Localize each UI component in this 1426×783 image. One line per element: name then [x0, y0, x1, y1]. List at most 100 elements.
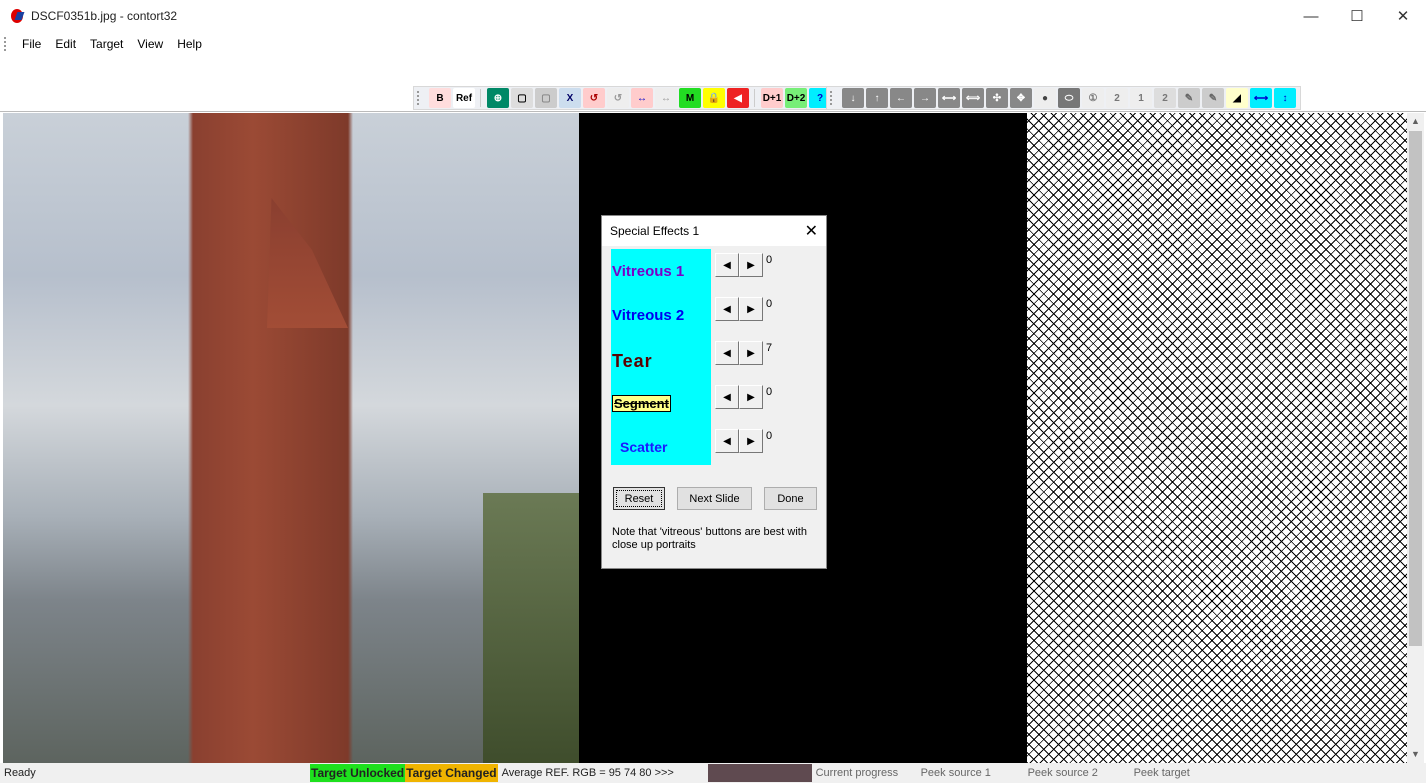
contract-h-icon[interactable]: ⟺ [962, 88, 984, 108]
status-bar: Ready Target Unlocked Target Changed Ave… [0, 763, 1426, 783]
lock-icon[interactable]: 🔒 [703, 88, 725, 108]
color-swatch [707, 764, 812, 782]
increase-vitreous-2-button[interactable]: ▶ [739, 297, 763, 321]
effect-stepper-tear: ◀ ▶ [715, 341, 763, 365]
swap-1-icon[interactable]: ↔ [631, 88, 653, 108]
close-button[interactable]: ✕ [1380, 0, 1426, 32]
dialog-title-bar: Special Effects 1 [602, 216, 826, 246]
source-image-pane[interactable] [3, 113, 579, 763]
toolbar-transform: ↓ ↑ ← → ⟷ ⟺ ✣ ✥ ● ⬭ ① 2 1 2 ✎ ✎ ◢ ⟷ ↕ [826, 86, 1301, 110]
menu-grip[interactable] [4, 37, 7, 51]
effect-stepper-segment: ◀ ▶ [715, 385, 763, 409]
trees [483, 493, 579, 763]
effect-value-tear: 7 [766, 342, 773, 354]
effect-stepper-scatter: ◀ ▶ [715, 429, 763, 453]
arrow-up-icon[interactable]: ↑ [866, 88, 888, 108]
arrow-left-icon[interactable]: ← [890, 88, 912, 108]
menu-view[interactable]: View [130, 37, 170, 51]
grow-icon[interactable]: ✥ [1010, 88, 1032, 108]
effect-label-vitreous-1: Vitreous 1 [612, 263, 685, 280]
effect-label-segment: Segment [612, 395, 671, 412]
toolbar-area: B Ref ⊕ ▢ ▢ X ↺ ↺ ↔ ↔ M 🔒 ◀ D+1 D+2? ↓ ↑ ← → ⟷ ⟺ ✣ ✥ ● ⬭ ① 2 1 2 ✎ ✎ ◢… [0, 56, 1426, 112]
zoom-icon[interactable]: ⊕ [487, 88, 509, 108]
circle-1-icon[interactable]: ① [1082, 88, 1104, 108]
effect-label-tear: Tear [612, 351, 653, 371]
decrease-vitreous-1-button[interactable]: ◀ [715, 253, 739, 277]
increase-segment-button[interactable]: ▶ [739, 385, 763, 409]
shrink-icon[interactable]: ✣ [986, 88, 1008, 108]
peek-target[interactable]: Peek target [1130, 764, 1230, 782]
rotate-1-icon[interactable]: ↺ [583, 88, 605, 108]
brush-2-icon[interactable]: ✎ [1202, 88, 1224, 108]
dot-icon[interactable]: ● [1034, 88, 1056, 108]
increase-vitreous-1-button[interactable]: ▶ [739, 253, 763, 277]
d-plus-1-icon[interactable]: D+1 [761, 88, 783, 108]
done-button[interactable]: Done [764, 487, 817, 510]
menu-target[interactable]: Target [83, 37, 130, 51]
peek-source-2[interactable]: Peek source 2 [1024, 764, 1130, 782]
toolbar-separator [480, 89, 486, 107]
special-effects-dialog: Special Effects 1 ✕ Vitreous 1 ◀ ▶ 0 Vitr… [601, 215, 827, 569]
peek-source-1[interactable]: Peek source 1 [917, 764, 1024, 782]
d-plus-2-icon[interactable]: D+2 [785, 88, 807, 108]
effect-value-vitreous-1: 0 [766, 254, 773, 266]
effect-label-scatter: Scatter [620, 439, 668, 455]
tower-spire [267, 198, 348, 328]
decrease-scatter-button[interactable]: ◀ [715, 429, 739, 453]
decrease-segment-button[interactable]: ◀ [715, 385, 739, 409]
app-icon [9, 8, 25, 24]
effect-value-scatter: 0 [766, 430, 773, 442]
window-2-icon[interactable]: ▢ [535, 88, 557, 108]
window-1-icon[interactable]: ▢ [511, 88, 533, 108]
dialog-title: Special Effects 1 [610, 224, 700, 238]
circle-2-icon[interactable]: 2 [1106, 88, 1128, 108]
square-1-icon[interactable]: 1 [1130, 88, 1152, 108]
expand-h-icon[interactable]: ⟷ [938, 88, 960, 108]
stretch-v-icon[interactable]: ↕ [1274, 88, 1296, 108]
title-bar: DSCF0351b.jpg - contort32 — ☐ ✕ [0, 0, 1426, 32]
m-icon[interactable]: M [679, 88, 701, 108]
increase-tear-button[interactable]: ▶ [739, 341, 763, 365]
dialog-close-icon[interactable]: ✕ [805, 221, 818, 241]
next-slide-button[interactable]: Next Slide [677, 487, 752, 510]
menu-bar: File Edit Target View Help [0, 32, 1426, 56]
minimize-button[interactable]: — [1288, 0, 1334, 32]
scroll-up-icon[interactable]: ▲ [1407, 113, 1424, 130]
target-unlocked-badge: Target Unlocked [310, 764, 406, 782]
stretch-h-icon[interactable]: ⟷ [1250, 88, 1272, 108]
arrow-right-icon[interactable]: → [914, 88, 936, 108]
dialog-note: Note that 'vitreous' buttons are best wi… [612, 526, 807, 551]
current-progress: Current progress [815, 767, 899, 779]
back-icon[interactable]: ◀ [727, 88, 749, 108]
toolbar-grip[interactable] [830, 91, 833, 105]
transparent-pane[interactable] [1027, 113, 1407, 763]
reference-b-icon[interactable]: B [429, 88, 451, 108]
effect-value-segment: 0 [766, 386, 773, 398]
decrease-tear-button[interactable]: ◀ [715, 341, 739, 365]
vertical-scrollbar[interactable]: ▲ ▼ [1407, 113, 1424, 763]
effect-stepper-vitreous-1: ◀ ▶ [715, 253, 763, 277]
toolbar-grip[interactable] [417, 91, 420, 105]
window-x-icon[interactable]: X [559, 88, 581, 108]
decrease-vitreous-2-button[interactable]: ◀ [715, 297, 739, 321]
reset-button[interactable]: Reset [613, 487, 665, 510]
effect-stepper-vitreous-2: ◀ ▶ [715, 297, 763, 321]
increase-scatter-button[interactable]: ▶ [739, 429, 763, 453]
rotate-2-icon[interactable]: ↺ [607, 88, 629, 108]
menu-help[interactable]: Help [170, 37, 209, 51]
square-2-icon[interactable]: 2 [1154, 88, 1176, 108]
effect-value-vitreous-2: 0 [766, 298, 773, 310]
maximize-button[interactable]: ☐ [1334, 0, 1380, 32]
swap-2-icon[interactable]: ↔ [655, 88, 677, 108]
menu-file[interactable]: File [15, 37, 48, 51]
gradient-icon[interactable]: ◢ [1226, 88, 1248, 108]
scroll-down-icon[interactable]: ▼ [1407, 746, 1424, 763]
toolbar-main: B Ref ⊕ ▢ ▢ X ↺ ↺ ↔ ↔ M 🔒 ◀ D+1 D+2? [413, 86, 836, 110]
ref-icon[interactable]: Ref [453, 88, 475, 108]
brush-1-icon[interactable]: ✎ [1178, 88, 1200, 108]
ellipse-icon[interactable]: ⬭ [1058, 88, 1080, 108]
scroll-thumb[interactable] [1409, 131, 1422, 646]
menu-edit[interactable]: Edit [48, 37, 83, 51]
target-changed-badge: Target Changed [405, 764, 498, 782]
arrow-down-icon[interactable]: ↓ [842, 88, 864, 108]
